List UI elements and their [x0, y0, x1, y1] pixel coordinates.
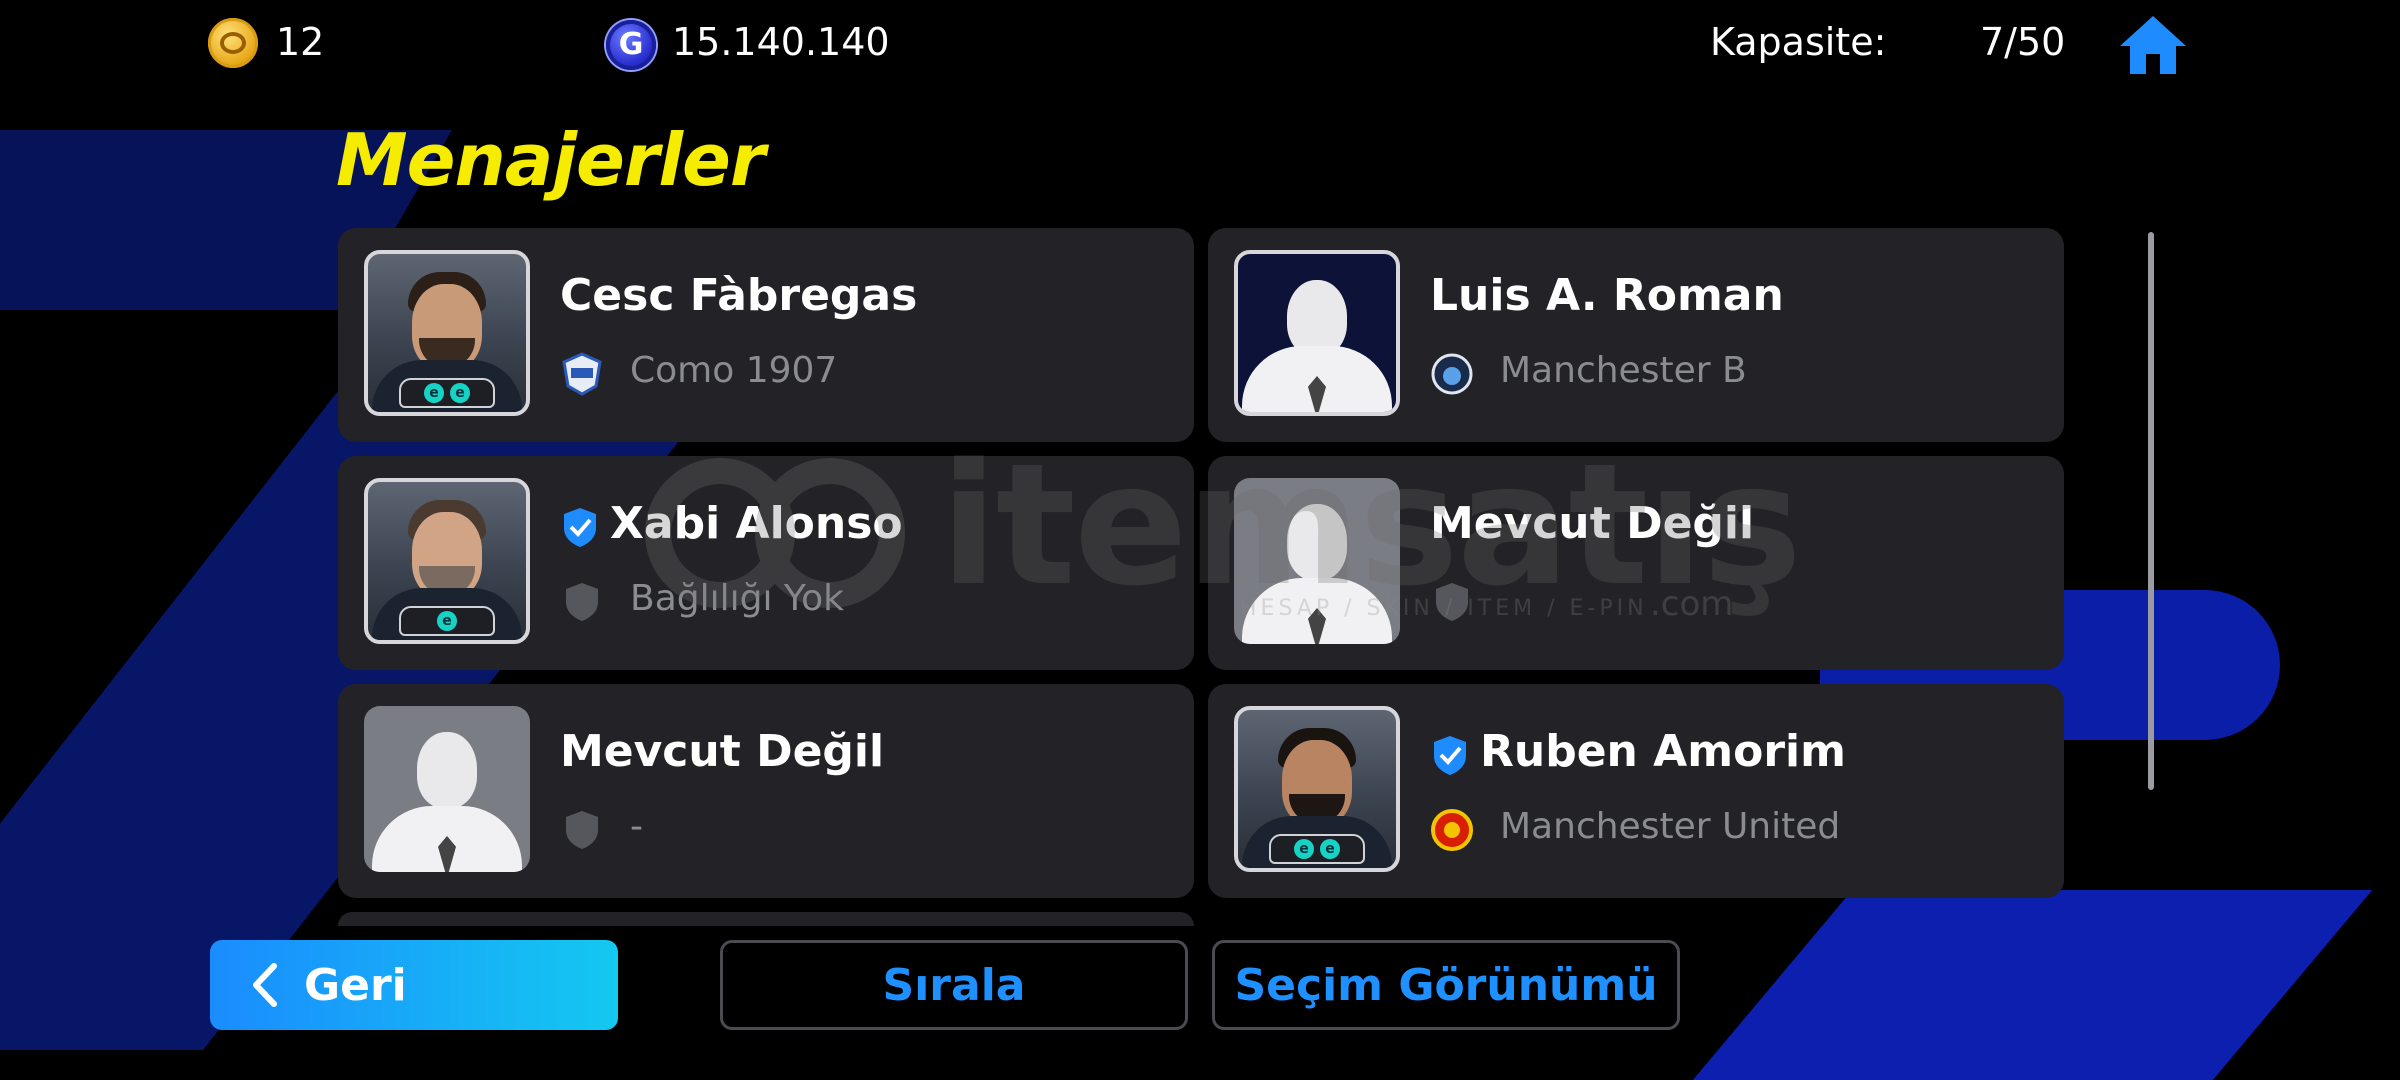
manager-name: Luis A. Roman	[1430, 270, 1784, 321]
coin-icon	[208, 18, 258, 68]
manager-photo	[364, 706, 530, 872]
manager-photo: e	[364, 478, 530, 644]
home-icon[interactable]	[2118, 14, 2188, 76]
manager-team: Manchester United	[1500, 806, 1841, 847]
sort-button-label: Sırala	[882, 959, 1026, 1011]
shield-icon	[1436, 583, 1468, 621]
manager-name: Xabi Alonso	[610, 498, 903, 549]
manager-name: Ruben Amorim	[1480, 726, 1846, 777]
manager-card[interactable]: Mevcut Değil -	[338, 684, 1194, 898]
back-button[interactable]: Geri	[210, 940, 618, 1030]
top-bar: 12 G 15.140.140 Kapasite: 7/50	[0, 0, 2400, 90]
manager-photo: ee	[364, 250, 530, 416]
manager-team: Como 1907	[630, 350, 838, 391]
club-crest-icon	[1431, 809, 1473, 851]
manager-photo	[1234, 250, 1400, 416]
back-button-label: Geri	[304, 959, 407, 1011]
manager-card[interactable]: Luis A. Roman Manchester B	[1208, 228, 2064, 442]
manager-name: Cesc Fàbregas	[560, 270, 918, 321]
manager-name: Mevcut Değil	[560, 726, 885, 777]
manager-team: -	[630, 806, 643, 847]
chevron-left-icon	[253, 963, 277, 1007]
rating-badges: ee	[399, 378, 495, 408]
manager-card-partial	[338, 912, 1194, 926]
gp-count: 15.140.140	[672, 20, 890, 64]
shield-icon	[566, 811, 598, 849]
manager-card[interactable]: ee Ruben Amorim Manchester United	[1208, 684, 2064, 898]
verified-check-icon	[564, 508, 596, 547]
sort-button[interactable]: Sırala	[720, 940, 1188, 1030]
gp-icon: G	[606, 20, 656, 70]
manager-card[interactable]: Mevcut Değil	[1208, 456, 2064, 670]
manager-photo	[1234, 478, 1400, 644]
manager-card[interactable]: e Xabi Alonso Bağlılığı Yok	[338, 456, 1194, 670]
manager-team: Bağlılığı Yok	[630, 578, 844, 619]
manager-card[interactable]: ee Cesc Fàbregas Como 1907	[338, 228, 1194, 442]
capacity-label: Kapasite:	[1710, 20, 1887, 64]
verified-check-icon	[1434, 736, 1466, 775]
capacity-value: 7/50	[1980, 20, 2066, 64]
scrollbar[interactable]	[2148, 232, 2154, 790]
selection-view-button[interactable]: Seçim Görünümü	[1212, 940, 1680, 1030]
coin-count: 12	[276, 20, 325, 64]
club-crest-icon	[562, 352, 602, 396]
manager-photo: ee	[1234, 706, 1400, 872]
page-title: Menajerler	[336, 118, 765, 202]
manager-name: Mevcut Değil	[1430, 498, 1755, 549]
rating-badges: e	[399, 606, 495, 636]
club-crest-icon	[1431, 353, 1473, 395]
selection-view-button-label: Seçim Görünümü	[1234, 959, 1658, 1011]
shield-icon	[566, 583, 598, 621]
manager-team: Manchester B	[1500, 350, 1747, 391]
rating-badges: ee	[1269, 834, 1365, 864]
